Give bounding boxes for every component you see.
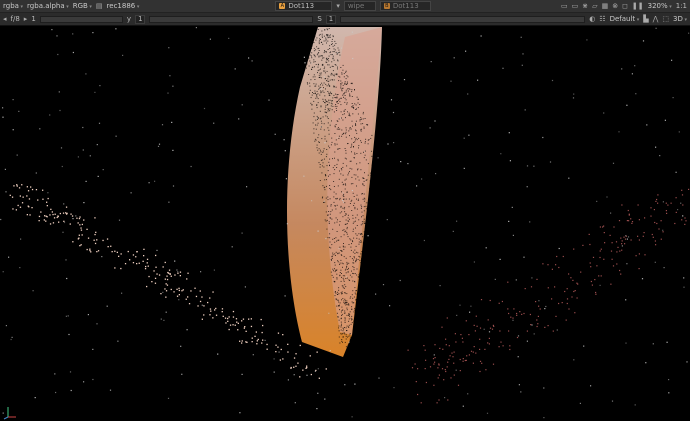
channels-dropdown[interactable]: rgba	[3, 2, 23, 10]
overlay-icon[interactable]: ▱	[592, 2, 597, 10]
pause-icon[interactable]: ❚❚	[632, 2, 644, 10]
view-mode-dropdown[interactable]: 3D	[673, 15, 687, 23]
frame-value[interactable]: 1	[31, 15, 35, 23]
y-field[interactable]: 1	[135, 14, 146, 24]
wipe-label: wipe	[347, 2, 365, 10]
alpha-channel-dropdown[interactable]: rgba.alpha	[27, 2, 69, 10]
histogram-icon[interactable]: ▙	[643, 15, 648, 23]
pause-update-icon[interactable]: ◻	[622, 2, 628, 10]
saturation-slider[interactable]	[339, 15, 586, 23]
y-label: y	[126, 15, 132, 23]
input-b-selector[interactable]: B Dot113	[379, 1, 431, 11]
view-settings-icon[interactable]: ☷	[599, 15, 605, 23]
gain-slider[interactable]	[39, 15, 123, 23]
roi-icon[interactable]: ▭	[561, 2, 568, 10]
viewer-canvas[interactable]	[0, 27, 690, 421]
viewer-second-toolbar: ◂ f/8 ▸ 1 y 1 S 1 ◐ ☷ Default ▙ ⋀ ⬚ 3D	[0, 13, 690, 26]
input-a-badge: A	[279, 3, 286, 9]
input-b-badge: B	[383, 3, 390, 9]
input-a-selector[interactable]: A Dot113	[275, 1, 333, 11]
input-a-dropdown-icon[interactable]: ▾	[336, 2, 340, 10]
frame-label: f/8	[10, 15, 20, 23]
wipe-dropdown[interactable]: wipe	[343, 1, 376, 11]
viewer-top-toolbar: rgba rgba.alpha RGB ▤ rec1886 ADot113 ▾ …	[0, 0, 690, 13]
lut-icon: ▤	[95, 2, 103, 10]
ratio-label[interactable]: 1:1	[676, 2, 687, 10]
waveform-icon[interactable]: ⋀	[653, 15, 659, 23]
view-dropdown[interactable]: Default	[610, 15, 640, 23]
mask-icon[interactable]: ⋇	[582, 2, 588, 10]
lut-toggle-icon[interactable]: ◐	[589, 15, 595, 23]
zoom-dropdown[interactable]: 320%	[648, 2, 672, 10]
clip-warning-icon[interactable]: ▦	[602, 2, 609, 10]
input-b-label: Dot113	[392, 2, 419, 10]
proxy-icon[interactable]: ▭	[572, 2, 579, 10]
lut-dropdown[interactable]: rec1886	[107, 2, 140, 10]
camera-icon[interactable]: ⬚	[662, 15, 669, 23]
refresh-icon[interactable]: ⊗	[612, 2, 618, 10]
gain-arrow-icon[interactable]: ◂	[3, 15, 7, 23]
play-icon[interactable]: ▸	[24, 15, 28, 23]
input-a-label: Dot113	[288, 2, 315, 10]
s-label: S	[317, 15, 322, 23]
gamma-slider[interactable]	[149, 15, 314, 23]
s-field[interactable]: 1	[325, 14, 336, 24]
colorspace-dropdown[interactable]: RGB	[73, 2, 92, 10]
axis-gizmo-icon	[3, 407, 16, 420]
